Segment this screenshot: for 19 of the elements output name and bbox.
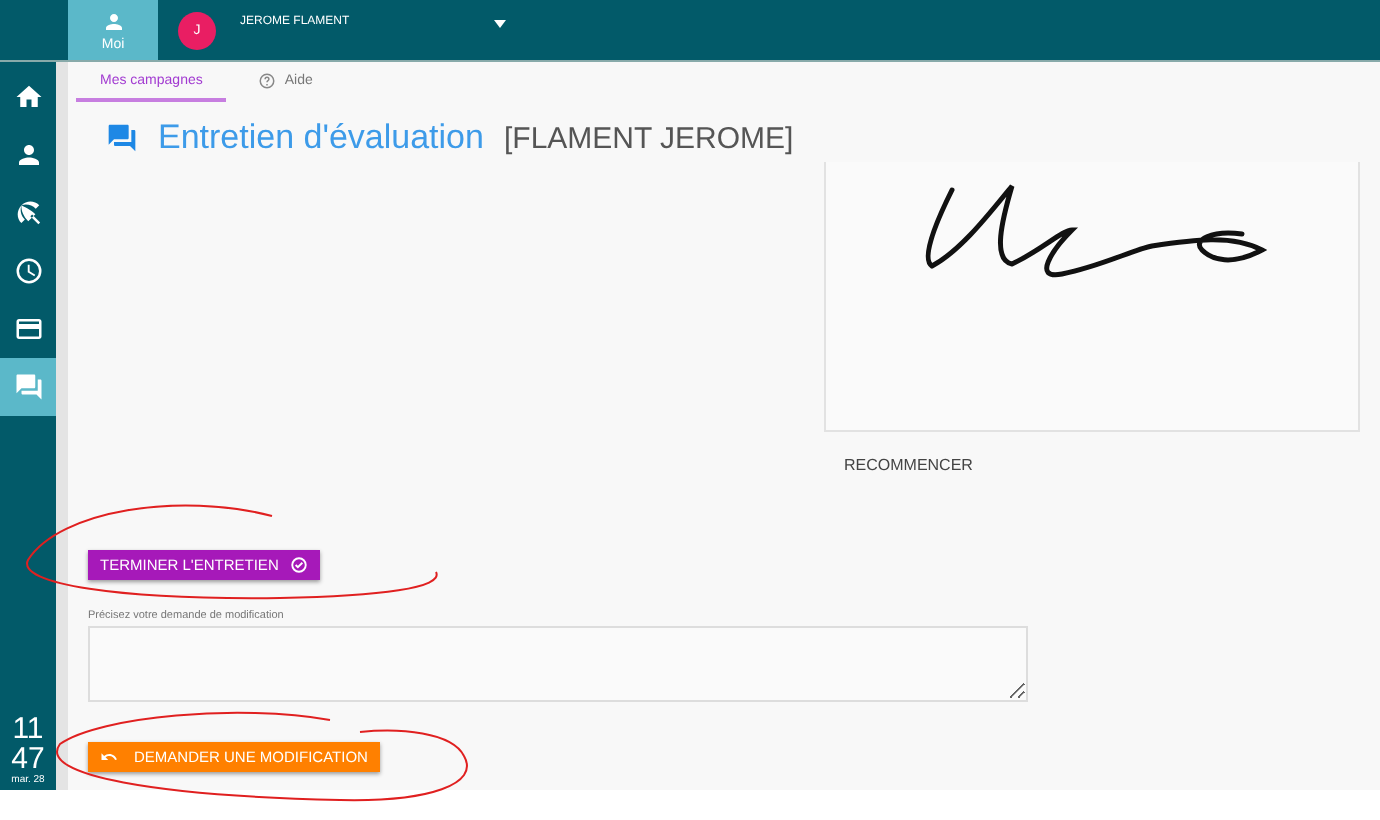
chat-icon	[106, 122, 138, 154]
signature-pad[interactable]	[824, 162, 1360, 432]
umbrella-icon	[13, 198, 43, 228]
undo-icon	[100, 748, 118, 766]
person-icon	[101, 9, 125, 33]
card-icon	[13, 314, 43, 344]
clock-minute: 47	[11, 744, 45, 774]
home-icon	[13, 82, 43, 112]
clock-icon	[13, 256, 43, 286]
reset-button[interactable]: RECOMMENCER	[844, 456, 973, 474]
check-circle-icon	[290, 556, 309, 574]
page-title: Entretien d'évaluation	[158, 118, 484, 158]
person-icon	[13, 140, 43, 170]
employee-name: [FLAMENT JEROME]	[503, 121, 794, 155]
clock-hour: 11	[12, 714, 44, 744]
caret-icon[interactable]	[493, 20, 506, 28]
help-icon	[258, 71, 277, 89]
chat-icon	[13, 372, 43, 402]
modification-field[interactable]	[88, 626, 1028, 702]
